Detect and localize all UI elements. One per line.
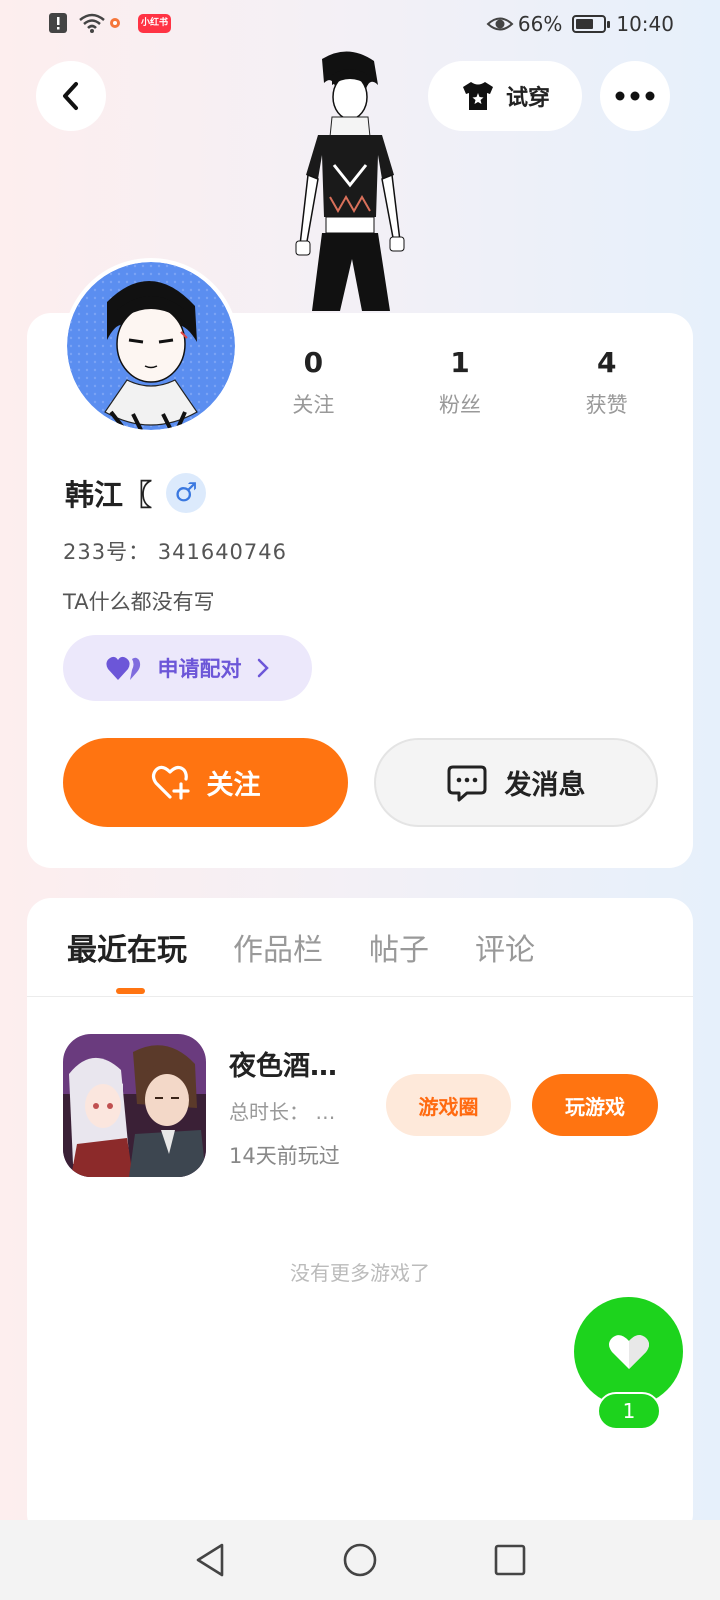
stat-following[interactable]: 0 关注 <box>240 346 387 419</box>
chevron-left-icon <box>63 82 78 110</box>
tabs-divider <box>27 996 693 997</box>
list-item[interactable]: 夜色酒… 总时长： … 14天前玩过 游戏圈 玩游戏 <box>63 1034 659 1178</box>
tab-recent-games[interactable]: 最近在玩 <box>67 925 187 969</box>
nav-recents-button[interactable] <box>485 1535 535 1585</box>
profile-name: 韩江〖 <box>65 478 153 512</box>
triangle-back-icon <box>196 1543 224 1577</box>
more-dots-icon <box>615 91 655 101</box>
content-card <box>27 898 693 1538</box>
profile-name-row: 韩江〖 ♂ <box>65 472 207 514</box>
stat-likes[interactable]: 4 获赞 <box>533 346 680 419</box>
profile-tabs: 最近在玩 作品栏 帖子 评论 <box>67 925 535 969</box>
like-button[interactable] <box>574 1297 683 1406</box>
stat-label: 获赞 <box>585 393 628 417</box>
tab-posts[interactable]: 帖子 <box>369 925 429 969</box>
active-tab-indicator <box>116 988 145 994</box>
user-id: 233号： 341640746 <box>63 540 288 564</box>
send-message-label: 发消息 <box>504 770 586 801</box>
tab-works[interactable]: 作品栏 <box>233 925 323 969</box>
battery-percent: 66% <box>517 12 563 36</box>
system-nav-bar <box>0 1520 720 1600</box>
square-recents-icon <box>494 1544 526 1576</box>
like-count-badge: 1 <box>597 1392 661 1430</box>
clock: 10:40 <box>616 12 674 36</box>
nav-back-button[interactable] <box>185 1535 235 1585</box>
tshirt-icon <box>462 82 493 110</box>
male-gender-icon: ♂ <box>166 473 207 513</box>
stat-value: 4 <box>596 346 617 379</box>
chat-bubble-icon <box>447 765 486 801</box>
game-duration: 总时长： … <box>229 1100 336 1124</box>
nav-home-button[interactable] <box>335 1535 385 1585</box>
game-title[interactable]: 夜色酒… <box>229 1044 337 1083</box>
play-game-button[interactable]: 玩游戏 <box>532 1074 658 1136</box>
app-badge-icon: 小红书 <box>138 13 172 33</box>
follow-button[interactable]: 关注 <box>63 738 348 827</box>
stat-label: 粉丝 <box>439 393 481 417</box>
stat-label: 关注 <box>292 393 335 417</box>
profile-stats: 0 关注 1 粉丝 4 获赞 <box>240 346 680 419</box>
follow-label: 关注 <box>206 770 261 801</box>
stat-value: 1 <box>450 346 470 379</box>
circle-home-icon <box>343 1543 377 1577</box>
game-cover-image[interactable] <box>63 1034 206 1177</box>
notification-dot-icon <box>108 12 130 34</box>
double-heart-icon <box>105 656 140 680</box>
status-bar: 小红书 66% 10:40 <box>0 0 720 50</box>
user-bio: TA什么都没有写 <box>63 590 215 614</box>
back-button[interactable] <box>36 61 106 131</box>
chevron-right-icon <box>257 658 269 678</box>
alert-icon <box>48 12 70 34</box>
wifi-icon <box>78 12 105 34</box>
tryon-label: 试穿 <box>505 86 550 111</box>
game-circle-button[interactable]: 游戏圈 <box>386 1074 511 1136</box>
more-button[interactable] <box>600 61 670 131</box>
tryon-button[interactable]: 试穿 <box>428 61 582 131</box>
request-pair-button[interactable]: 申请配对 <box>63 635 312 701</box>
request-pair-label: 申请配对 <box>157 657 242 681</box>
battery-icon <box>572 15 611 33</box>
heart-icon <box>608 1334 649 1369</box>
game-last-played: 14天前玩过 <box>229 1144 340 1168</box>
tab-comments[interactable]: 评论 <box>475 925 535 969</box>
avatar[interactable] <box>63 258 239 434</box>
heart-plus-icon <box>151 765 190 800</box>
stat-value: 0 <box>303 346 324 379</box>
no-more-games-text: 没有更多游戏了 <box>290 1261 430 1285</box>
send-message-button[interactable]: 发消息 <box>374 738 658 827</box>
character-figure[interactable] <box>290 45 410 315</box>
stat-followers[interactable]: 1 粉丝 <box>387 346 534 419</box>
eye-icon <box>486 13 514 35</box>
